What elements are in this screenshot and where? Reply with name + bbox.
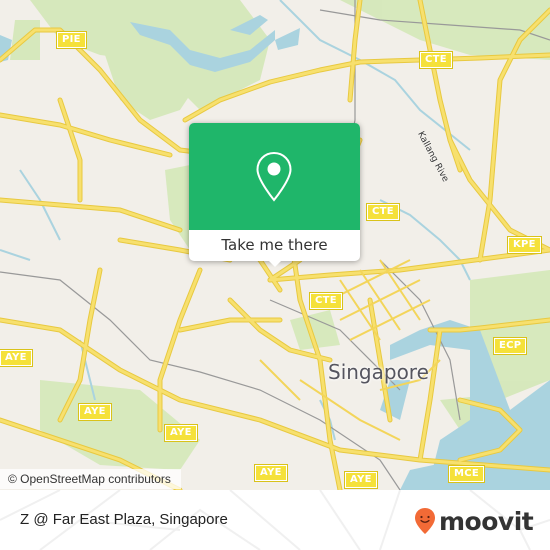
highway-shield-aye: AYE — [164, 424, 198, 442]
highway-shield-aye: AYE — [344, 471, 378, 489]
destination-popup[interactable]: Take me there — [189, 123, 360, 267]
footer: Z @ Far East Plaza, Singapore moovit — [0, 490, 550, 550]
highway-shield-ecp: ECP — [492, 337, 528, 355]
highway-shield-mce: MCE — [447, 465, 486, 483]
highway-shield-pie: PIE — [56, 31, 87, 49]
popup-tail — [269, 261, 281, 267]
highway-shield-aye: AYE — [0, 349, 33, 367]
city-label: Singapore — [328, 360, 429, 384]
highway-shield-aye: AYE — [78, 403, 112, 421]
moovit-pin-logo-icon — [415, 508, 435, 534]
map-view[interactable]: PIE CTE CTE CTE KPE ECP AYE AYE AYE AYE … — [0, 0, 550, 490]
place-name: Z @ Far East Plaza, Singapore — [20, 511, 228, 528]
map-pin-icon — [256, 151, 292, 202]
highway-shield-cte: CTE — [309, 292, 343, 310]
map-attribution[interactable]: © OpenStreetMap contributors — [0, 469, 181, 489]
highway-shield-aye: AYE — [254, 464, 288, 482]
moovit-logo[interactable]: moovit — [414, 506, 534, 536]
take-me-there-button[interactable]: Take me there — [189, 230, 360, 261]
brand-name: moovit — [439, 506, 534, 536]
highway-shield-kpe: KPE — [507, 236, 542, 254]
highway-shield-cte: CTE — [419, 51, 453, 69]
popup-header[interactable] — [189, 123, 360, 230]
highway-shield-cte: CTE — [366, 203, 400, 221]
